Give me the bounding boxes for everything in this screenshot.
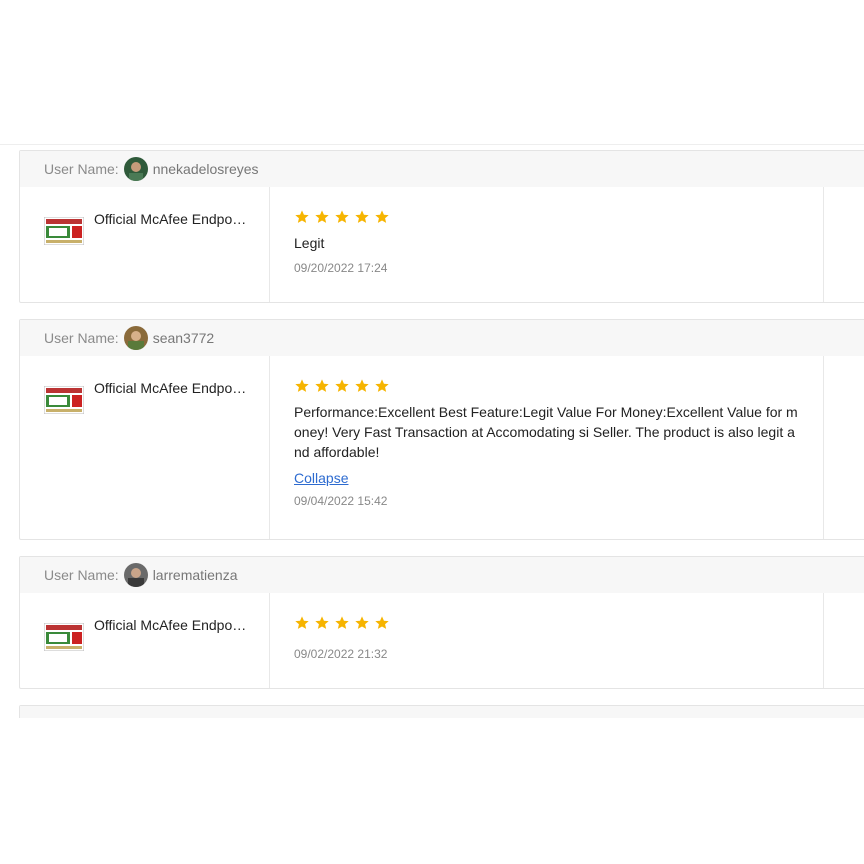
star-icon xyxy=(355,379,369,392)
star-rating xyxy=(294,209,799,227)
product-thumbnail-icon[interactable] xyxy=(44,623,84,651)
product-cell[interactable]: Official McAfee Endpoint Security xyxy=(20,187,270,302)
username-label: User Name: xyxy=(44,161,119,177)
username-label: User Name: xyxy=(44,330,119,346)
star-icon xyxy=(335,616,349,629)
star-icon xyxy=(295,379,309,392)
review-date: 09/02/2022 21:32 xyxy=(294,647,388,661)
product-thumbnail-icon[interactable] xyxy=(44,217,84,245)
review-card: User Name: sean3772 Official McAfee Endp… xyxy=(19,319,864,540)
avatar[interactable] xyxy=(123,563,148,587)
star-icon xyxy=(335,379,349,392)
product-name[interactable]: Official McAfee Endpoint Security xyxy=(94,211,249,227)
avatar[interactable] xyxy=(123,157,148,181)
product-cell[interactable]: Official McAfee Endpoint Security xyxy=(20,356,270,539)
review-text: Performance:Excellent Best Feature:Legit… xyxy=(294,404,798,460)
review-content: 09/02/2022 21:32 xyxy=(270,593,824,688)
star-rating xyxy=(294,615,799,633)
star-icon xyxy=(355,616,369,629)
username[interactable]: nnekadelosreyes xyxy=(153,161,259,177)
product-name[interactable]: Official McAfee Endpoint Security xyxy=(94,617,249,633)
review-date: 09/20/2022 17:24 xyxy=(294,261,388,275)
star-icon xyxy=(355,210,369,223)
review-header: User Name: sean3772 xyxy=(20,320,864,356)
star-icon xyxy=(315,379,329,392)
product-thumbnail-icon[interactable] xyxy=(44,386,84,414)
star-icon xyxy=(375,210,389,223)
username-label: User Name: xyxy=(44,567,119,583)
username[interactable]: sean3772 xyxy=(153,330,215,346)
star-icon xyxy=(375,379,389,392)
star-icon xyxy=(335,210,349,223)
star-icon xyxy=(295,210,309,223)
star-icon xyxy=(315,616,329,629)
star-rating xyxy=(294,378,799,396)
review-card: User Name: larrematienza Official McAfee… xyxy=(19,556,864,689)
star-icon xyxy=(295,616,309,629)
avatar[interactable] xyxy=(123,326,148,350)
review-header: User Name: nnekadelosreyes xyxy=(20,151,864,187)
star-icon xyxy=(315,210,329,223)
review-list: User Name: nnekadelosreyes Official McAf… xyxy=(0,145,864,718)
star-icon xyxy=(375,616,389,629)
review-card xyxy=(19,705,864,718)
collapse-link[interactable]: Collapse xyxy=(294,470,348,486)
review-header: User Name: larrematienza xyxy=(20,557,864,593)
review-date: 09/04/2022 15:42 xyxy=(294,494,388,508)
product-cell[interactable]: Official McAfee Endpoint Security xyxy=(20,593,270,688)
review-content: Performance:Excellent Best Feature:Legit… xyxy=(270,356,824,539)
review-text: Legit xyxy=(294,235,325,251)
review-content: Legit 09/20/2022 17:24 xyxy=(270,187,824,302)
review-card: User Name: nnekadelosreyes Official McAf… xyxy=(19,150,864,303)
top-blank-area xyxy=(0,0,864,145)
username[interactable]: larrematienza xyxy=(153,567,238,583)
review-header xyxy=(20,706,864,718)
product-name[interactable]: Official McAfee Endpoint Security xyxy=(94,380,249,396)
